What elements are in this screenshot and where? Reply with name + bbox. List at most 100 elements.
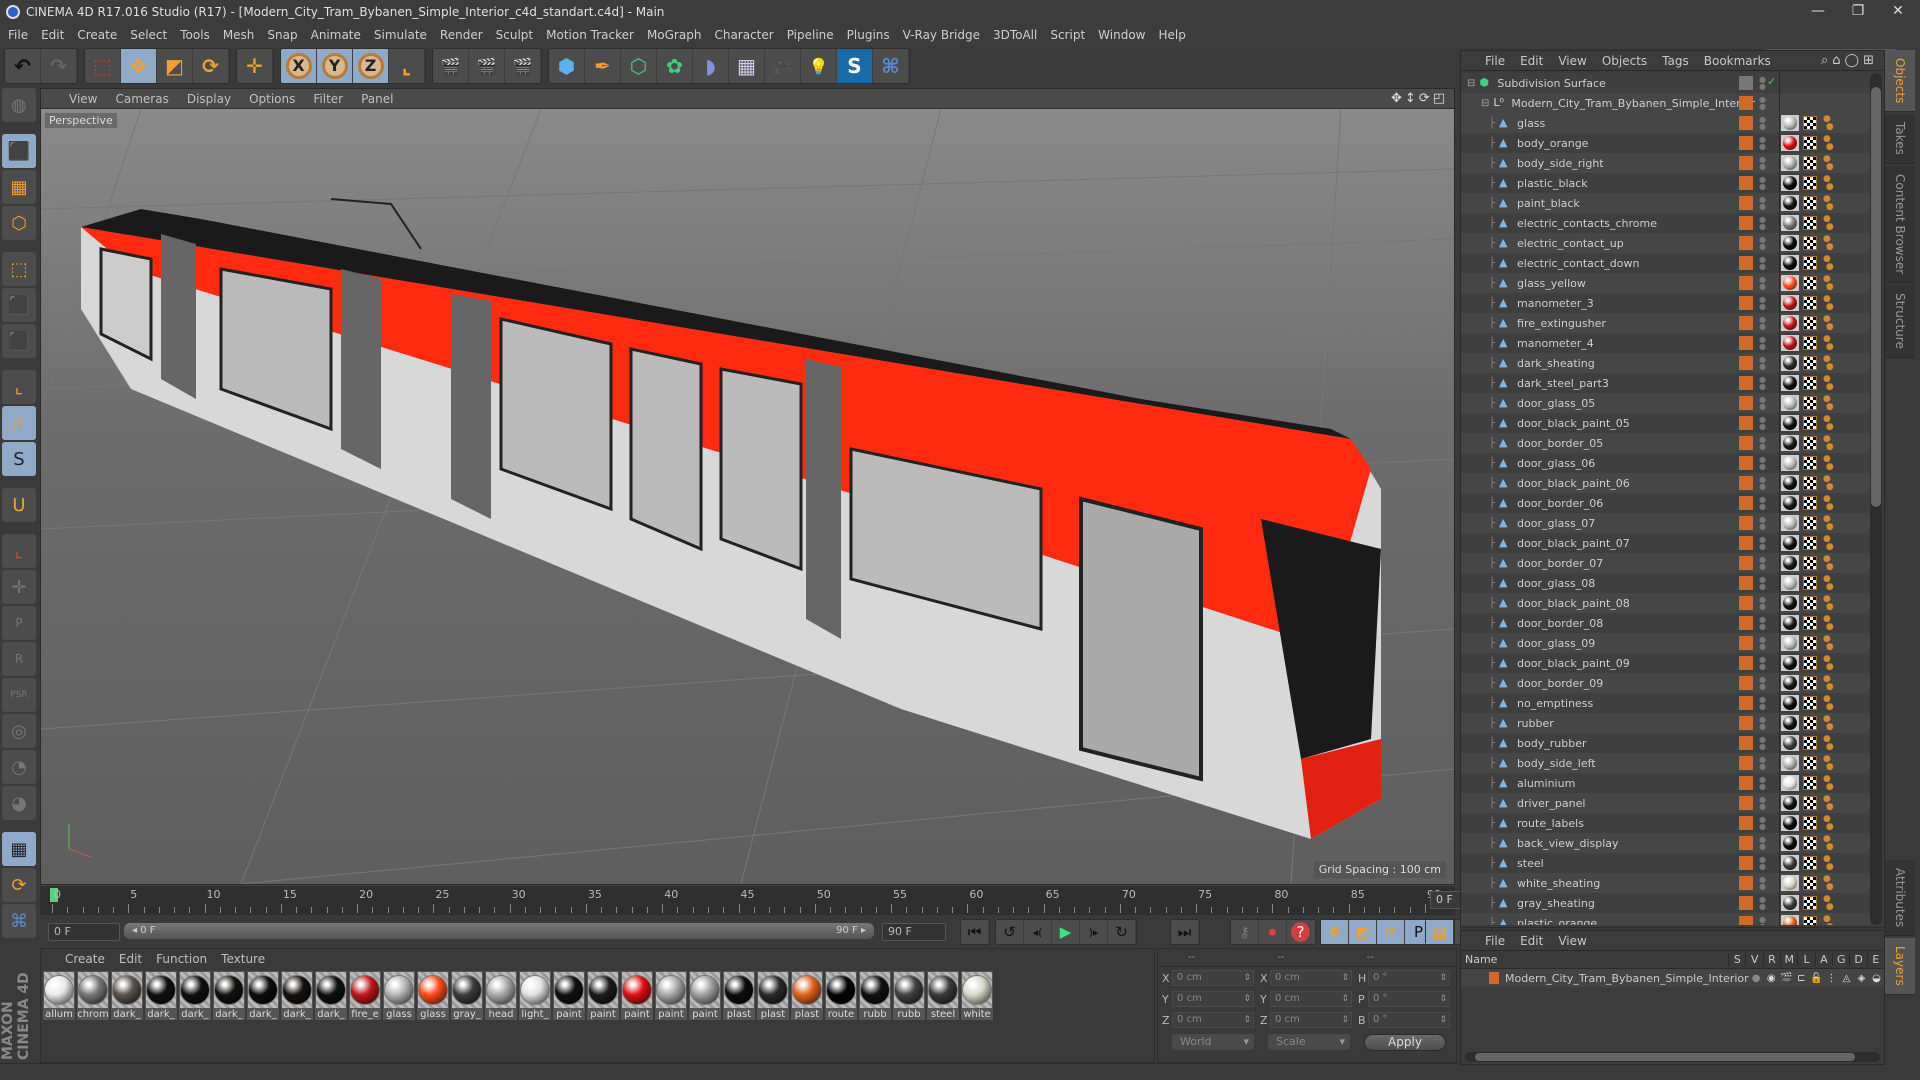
col-animation[interactable]: A	[1814, 953, 1832, 966]
model-mode-icon[interactable]: ⬛	[2, 134, 36, 168]
uvw-tag-icon[interactable]	[1803, 656, 1817, 670]
material-tag[interactable]	[1781, 495, 1799, 511]
clapper-icon[interactable]: 🎬	[1779, 973, 1794, 984]
live-selection-button[interactable]: ⬚	[85, 49, 121, 83]
axis-mode-icon[interactable]: ⌞	[2, 370, 36, 404]
material-tag[interactable]	[1781, 195, 1799, 211]
menu-animate[interactable]: Animate	[311, 28, 361, 42]
transform-tool-button[interactable]: ✛	[237, 49, 273, 83]
phong-tag-icon[interactable]: ● ●	[1823, 115, 1839, 132]
object-row[interactable]: ├ ▲ glass ● ● ● ●	[1461, 113, 1871, 133]
size-z-field[interactable]: 0 cm	[1270, 1012, 1352, 1028]
pla-key-icon[interactable]: ◕	[2, 786, 36, 820]
manager-icon[interactable]: ⊏	[1794, 973, 1809, 984]
material-swatch[interactable]: paint	[655, 971, 687, 1020]
material-tag[interactable]	[1781, 375, 1799, 391]
object-row[interactable]: ├ ▲ rubber ● ● ● ●	[1461, 713, 1871, 733]
uvw-tag-icon[interactable]	[1803, 776, 1817, 790]
phong-tag-icon[interactable]: ● ●	[1823, 335, 1839, 352]
position-key-button[interactable]: ✥	[1321, 920, 1349, 944]
uvw-tag-icon[interactable]	[1803, 336, 1817, 350]
phong-tag-icon[interactable]: ● ●	[1823, 555, 1839, 572]
material-swatch[interactable]: glass	[383, 971, 415, 1020]
object-row-subdivision-surface[interactable]: ⊟ ⬢ Subdivision Surface ● ● ✓	[1461, 73, 1871, 93]
object-row[interactable]: ├ ▲ electric_contact_up ● ● ● ●	[1461, 233, 1871, 253]
tab-content-browser[interactable]: Content Browser	[1885, 166, 1915, 284]
object-row[interactable]: ├ ▲ aluminium ● ● ● ●	[1461, 773, 1871, 793]
timeline-window-button[interactable]: ▤	[1426, 920, 1454, 944]
phong-tag-icon[interactable]: ● ●	[1823, 475, 1839, 492]
object-row[interactable]: ├ ▲ door_border_09 ● ● ● ●	[1461, 673, 1871, 693]
camera-button[interactable]: 🎥	[765, 49, 801, 83]
next-frame-button[interactable]: )▸	[1080, 920, 1108, 944]
col-locked[interactable]: L	[1797, 953, 1814, 966]
phong-tag-icon[interactable]: ● ●	[1823, 375, 1839, 392]
object-row[interactable]: ├ ▲ manometer_3 ● ● ● ●	[1461, 293, 1871, 313]
object-row[interactable]: ├ ▲ body_rubber ● ● ● ●	[1461, 733, 1871, 753]
visibility-dots[interactable]: ●●	[1759, 856, 1766, 871]
objects-menu-view[interactable]: View	[1558, 54, 1586, 68]
object-row[interactable]: ├ ▲ glass_yellow ● ● ● ●	[1461, 273, 1871, 293]
visibility-dots[interactable]: ●●	[1759, 176, 1766, 191]
visibility-dots[interactable]: ●●	[1759, 716, 1766, 731]
phong-tag-icon[interactable]: ● ●	[1823, 275, 1839, 292]
material-swatch[interactable]: chrom	[77, 971, 109, 1020]
visibility-dots[interactable]: ●●	[1759, 396, 1766, 411]
viewport-menu-filter[interactable]: Filter	[313, 92, 343, 106]
collapse-icon[interactable]: ⊟	[1467, 78, 1475, 89]
phong-tag-icon[interactable]: ● ●	[1823, 635, 1839, 652]
material-swatch[interactable]: dark_	[145, 971, 177, 1020]
uvw-tag-icon[interactable]	[1803, 876, 1817, 890]
col-deformers[interactable]: D	[1849, 953, 1866, 966]
visibility-dots[interactable]: ●●	[1759, 916, 1766, 926]
material-tag[interactable]	[1781, 475, 1799, 491]
lock-icon[interactable]: 🔓	[1809, 973, 1824, 984]
generator-icon[interactable]: ◬	[1839, 973, 1854, 984]
collapse-icon[interactable]: ⊟	[1481, 98, 1489, 109]
light-button[interactable]: 💡	[801, 49, 837, 83]
phong-tag-icon[interactable]: ● ●	[1823, 455, 1839, 472]
visibility-dots[interactable]: ●●	[1759, 576, 1766, 591]
uvw-tag-icon[interactable]	[1803, 216, 1817, 230]
uvw-tag-icon[interactable]	[1803, 456, 1817, 470]
objects-menu-objects[interactable]: Objects	[1602, 54, 1647, 68]
deformer-button[interactable]: ◗	[693, 49, 729, 83]
visibility-dots[interactable]: ●●	[1759, 776, 1766, 791]
viewport-menu-cameras[interactable]: Cameras	[115, 92, 168, 106]
autokey-button[interactable]: ⏺	[1259, 920, 1287, 944]
polygons-mode-icon[interactable]: ⬛	[2, 324, 36, 358]
uvw-tag-icon[interactable]	[1803, 836, 1817, 850]
material-swatch[interactable]: head	[485, 971, 517, 1020]
visibility-dots[interactable]: ●●	[1759, 476, 1766, 491]
phong-tag-icon[interactable]: ● ●	[1823, 915, 1839, 926]
phong-tag-icon[interactable]: ● ●	[1823, 595, 1839, 612]
timeline-ruler[interactable]: 051015202530354045505560657075808590 0 F	[40, 885, 1492, 915]
visibility-dots[interactable]: ●●	[1759, 316, 1766, 331]
material-menu-create[interactable]: Create	[65, 952, 105, 966]
visibility-dots[interactable]: ●●	[1759, 296, 1766, 311]
visibility-dots[interactable]: ●●	[1759, 276, 1766, 291]
visibility-dots[interactable]: ●●	[1759, 696, 1766, 711]
material-tag[interactable]	[1781, 335, 1799, 351]
cube-button[interactable]: ⬢	[549, 49, 585, 83]
visibility-dots[interactable]: ●●	[1759, 736, 1766, 751]
phong-tag-icon[interactable]: ● ●	[1823, 215, 1839, 232]
material-tag[interactable]	[1781, 775, 1799, 791]
material-tag[interactable]	[1781, 615, 1799, 631]
visibility-dots[interactable]: ●●	[1759, 236, 1766, 251]
uvw-tag-icon[interactable]	[1803, 396, 1817, 410]
menu-character[interactable]: Character	[714, 28, 773, 42]
material-swatch[interactable]: plast	[757, 971, 789, 1020]
undo-button[interactable]: ↶	[5, 49, 41, 83]
object-row[interactable]: ├ ▲ door_black_paint_08 ● ● ● ●	[1461, 593, 1871, 613]
visibility-dots[interactable]: ●●	[1759, 216, 1766, 231]
scale-tool-button[interactable]: ◩	[157, 49, 193, 83]
menu-tools[interactable]: Tools	[180, 28, 210, 42]
object-row[interactable]: ├ ▲ door_border_07 ● ● ● ●	[1461, 553, 1871, 573]
menu-sculpt[interactable]: Sculpt	[496, 28, 533, 42]
visibility-dots[interactable]: ●●	[1759, 656, 1766, 671]
phong-tag-icon[interactable]: ● ●	[1823, 615, 1839, 632]
uvw-tag-icon[interactable]	[1803, 636, 1817, 650]
visibility-dots[interactable]: ●●	[1759, 336, 1766, 351]
material-swatch[interactable]: steel	[927, 971, 959, 1020]
